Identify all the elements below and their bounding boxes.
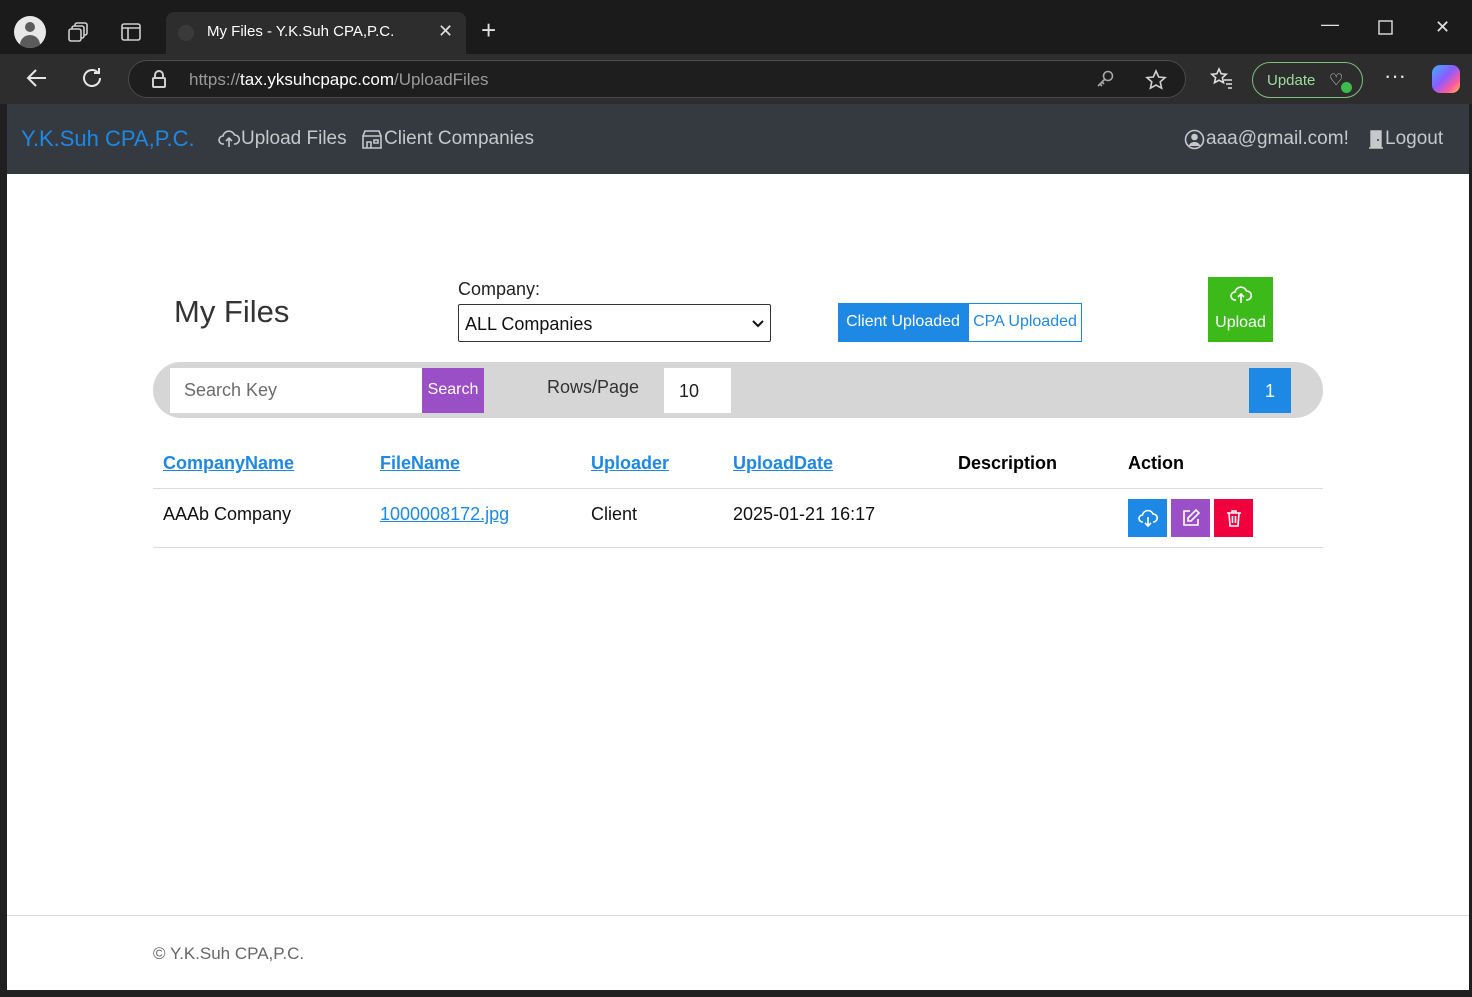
- filter-cpa-uploaded[interactable]: CPA Uploaded: [968, 303, 1082, 342]
- favorite-star-icon[interactable]: [1145, 69, 1167, 96]
- nav-client-companies[interactable]: Client Companies: [361, 128, 534, 150]
- trash-icon: [1227, 510, 1241, 527]
- footer-copyright: © Y.K.Suh CPA,P.C.: [153, 944, 305, 963]
- header-uploaddate[interactable]: UploadDate: [733, 453, 833, 474]
- nav-user-label: aaa@gmail.com!: [1206, 128, 1349, 149]
- cloud-upload-icon: [218, 130, 240, 147]
- cell-company: AAAb Company: [163, 504, 292, 524]
- company-select-value: ALL Companies: [465, 314, 593, 334]
- nav-client-companies-label: Client Companies: [384, 128, 534, 149]
- browser-window: My Files - Y.K.Suh CPA,P.C. ✕ + — ✕ http…: [0, 0, 1472, 997]
- cloud-upload-icon: [1230, 286, 1252, 303]
- web-page: Y.K.Suh CPA,P.C. Upload Files Client Com…: [7, 104, 1469, 990]
- address-bar[interactable]: https://tax.yksuhcpapc.com/UploadFiles: [128, 60, 1186, 98]
- workspaces-icon[interactable]: [68, 22, 90, 46]
- update-badge: [1341, 82, 1352, 93]
- header-description: Description: [958, 453, 1058, 473]
- lock-icon[interactable]: [152, 70, 166, 88]
- key-icon[interactable]: [1095, 69, 1115, 94]
- edit-icon: [1183, 508, 1201, 526]
- nav-user[interactable]: aaa@gmail.com!: [1184, 128, 1349, 150]
- user-circle-icon: [1184, 129, 1205, 149]
- back-arrow-icon[interactable]: [25, 66, 49, 95]
- nav-logout[interactable]: Logout: [1368, 128, 1443, 150]
- search-toolbar: Search Key Search Rows/Page 10 1: [153, 362, 1323, 418]
- filter-client-uploaded[interactable]: Client Uploaded: [838, 303, 968, 342]
- active-tab[interactable]: My Files - Y.K.Suh CPA,P.C. ✕: [166, 12, 466, 54]
- favorites-icon[interactable]: [1209, 66, 1234, 95]
- search-input[interactable]: Search Key: [170, 368, 422, 413]
- cloud-download-icon: [1138, 509, 1158, 528]
- tab-strip: My Files - Y.K.Suh CPA,P.C. ✕ + — ✕: [0, 0, 1472, 54]
- building-icon: [362, 130, 382, 149]
- footer-divider: [7, 915, 1469, 916]
- upload-button[interactable]: Upload: [1208, 277, 1273, 342]
- browser-toolbar: https://tax.yksuhcpapc.com/UploadFiles U…: [0, 54, 1472, 104]
- refresh-icon[interactable]: [80, 66, 104, 95]
- header-companyname[interactable]: CompanyName: [163, 453, 294, 474]
- cell-uploader: Client: [591, 504, 638, 524]
- nav-logout-label: Logout: [1385, 128, 1444, 149]
- header-filename[interactable]: FileName: [380, 453, 460, 474]
- pagination-page-button[interactable]: 1: [1249, 368, 1291, 413]
- tab-title: My Files - Y.K.Suh CPA,P.C.: [207, 23, 395, 40]
- search-placeholder: Search Key: [184, 380, 278, 400]
- chevron-down-icon: [752, 320, 764, 328]
- company-select[interactable]: ALL Companies: [458, 304, 771, 342]
- header-uploader[interactable]: Uploader: [591, 453, 669, 474]
- new-tab-icon[interactable]: +: [481, 17, 496, 43]
- rows-per-page-label: Rows/Page: [547, 377, 640, 397]
- header-action: Action: [1128, 453, 1184, 473]
- close-window-icon[interactable]: ✕: [1435, 17, 1450, 38]
- company-label: Company:: [458, 279, 541, 299]
- url-text[interactable]: https://tax.yksuhcpapc.com/UploadFiles: [189, 70, 489, 90]
- vertical-tabs-icon[interactable]: [121, 23, 141, 45]
- profile-avatar-icon[interactable]: [14, 16, 46, 48]
- site-navbar: Y.K.Suh CPA,P.C. Upload Files Client Com…: [7, 104, 1469, 174]
- edit-button[interactable]: [1171, 499, 1210, 537]
- update-button[interactable]: Update ♡: [1252, 62, 1363, 98]
- search-button[interactable]: Search: [422, 368, 484, 413]
- nav-upload-files[interactable]: Upload Files: [218, 128, 347, 150]
- maximize-icon[interactable]: [1378, 19, 1393, 40]
- site-favicon-icon: [178, 25, 194, 41]
- cell-upload-date: 2025-01-21 16:17: [733, 504, 876, 524]
- door-icon: [1369, 130, 1383, 149]
- delete-button[interactable]: [1214, 499, 1253, 537]
- cell-filename-link[interactable]: 1000008172.jpg: [380, 504, 509, 525]
- download-button[interactable]: [1128, 499, 1167, 537]
- more-menu-icon[interactable]: ···: [1384, 64, 1406, 88]
- nav-upload-files-label: Upload Files: [241, 128, 347, 149]
- page-title: My Files: [174, 294, 290, 329]
- rows-per-page-input[interactable]: 10: [664, 368, 731, 413]
- row-divider: [153, 547, 1323, 548]
- header-divider: [153, 488, 1323, 489]
- brand-link[interactable]: Y.K.Suh CPA,P.C.: [21, 126, 195, 152]
- minimize-icon[interactable]: —: [1321, 14, 1339, 35]
- copilot-icon[interactable]: [1432, 65, 1460, 93]
- close-tab-icon[interactable]: ✕: [438, 21, 453, 42]
